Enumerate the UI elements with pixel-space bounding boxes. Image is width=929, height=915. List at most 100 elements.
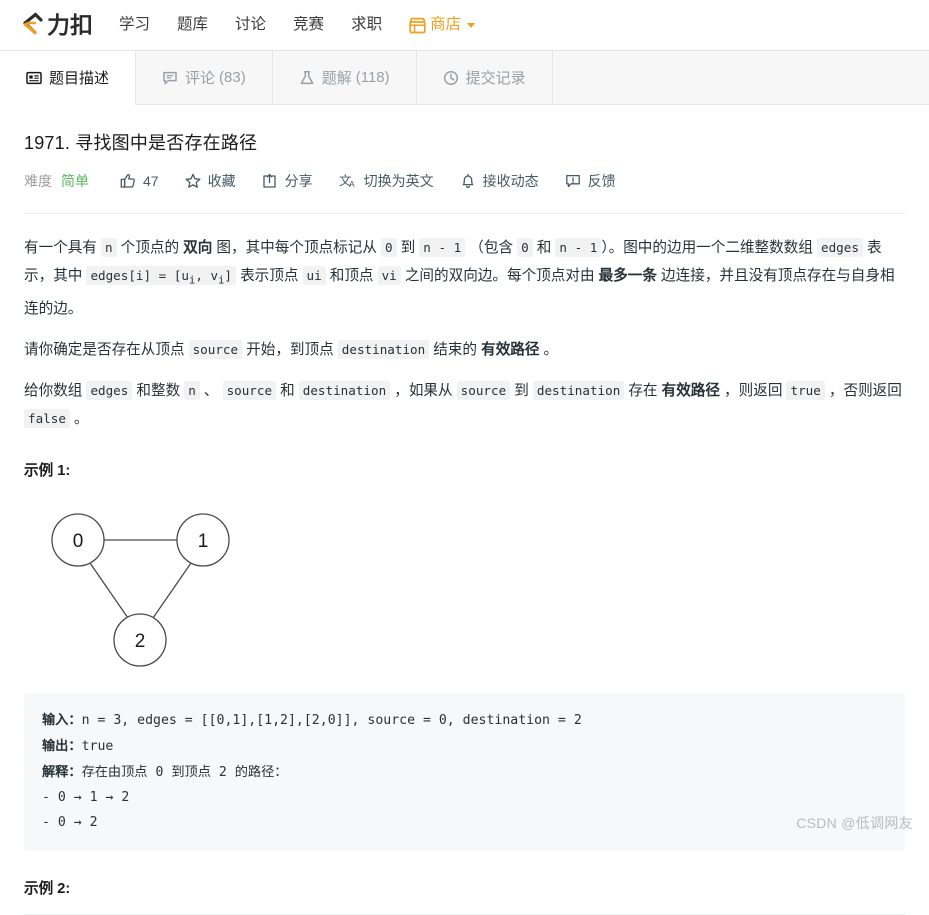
like-button[interactable]: 47: [120, 173, 159, 189]
graph-nodes: 0 1 2: [51, 512, 230, 667]
nav-item-jobs[interactable]: 求职: [351, 17, 382, 33]
text: 开始，到顶点: [242, 341, 338, 358]
text: ，否则返回: [824, 382, 902, 399]
nav-item-study[interactable]: 学习: [119, 17, 150, 33]
example-1-graph-figure: 0 1 2: [28, 494, 907, 679]
text: 、: [199, 382, 223, 399]
tab-comments-label: 评论: [185, 70, 216, 87]
tab-bar: 题目描述 评论 (83) 题解 (118) 提交记录: [0, 51, 929, 105]
page-title: 1971. 寻找图中是否存在路径: [24, 133, 258, 153]
tab-submissions[interactable]: 提交记录: [417, 51, 553, 104]
text: ，则返回: [719, 382, 787, 399]
inline-code-true: true: [786, 380, 825, 400]
graph-node-0-label: 0: [73, 531, 84, 552]
example-2-heading: 示例 2:: [24, 880, 71, 897]
star-icon: [185, 173, 201, 189]
example-1-heading: 示例 1:: [24, 462, 71, 479]
inline-code-n: n: [101, 238, 117, 257]
input-value: n = 3, edges = [[0,1],[1,2],[2,0]], sour…: [81, 712, 582, 728]
problem-content: 1971. 寻找图中是否存在路径 难度 简单 47 收藏 分享 文 A 切换为英…: [0, 129, 929, 915]
difficulty-label: 难度: [24, 173, 52, 189]
description-paragraph-2: 请你确定是否存在从顶点 source 开始，到顶点 destination 结束…: [24, 336, 905, 364]
inline-code-edges-2: edges: [86, 380, 133, 400]
text: ，如果从: [390, 382, 457, 399]
inline-code-destination: destination: [337, 339, 430, 359]
graph-edges: [89, 538, 192, 618]
tab-description[interactable]: 题目描述: [0, 51, 137, 105]
tab-comments[interactable]: 评论 (83): [136, 51, 273, 104]
switch-language-button[interactable]: 文 A 切换为英文: [339, 171, 434, 191]
tab-comments-count: (83): [219, 69, 246, 86]
text: edges[i] = [u: [90, 268, 190, 283]
text: 存在: [624, 382, 662, 399]
inline-code-vi: vi: [377, 266, 401, 285]
inline-code-source-3: source: [456, 380, 511, 400]
text: 结束的: [429, 341, 482, 358]
inline-code-edges-i: edges[i] = [ui, vi]: [86, 266, 237, 287]
share-icon: [262, 173, 278, 189]
graph-node-2-label: 2: [135, 631, 146, 652]
tab-solutions[interactable]: 题解 (118): [273, 51, 417, 104]
text: , v: [195, 268, 219, 283]
output-value: true: [81, 738, 114, 754]
text: 和: [532, 240, 556, 256]
feedback-icon: [565, 173, 581, 189]
graph-edge-0-2: [89, 562, 129, 618]
title-divider: [24, 213, 905, 214]
text: 给你数组: [24, 382, 87, 399]
text: ）。图中的边用一个二维整数数组: [601, 240, 817, 256]
explanation-path-2: - 0 → 2: [42, 814, 98, 830]
feedback-label: 反馈: [587, 173, 616, 189]
bold-bidirectional: 双向: [183, 240, 213, 256]
text: 有一个具有: [24, 240, 102, 256]
output-label: 输出：: [42, 737, 82, 753]
nav-item-discuss[interactable]: 讨论: [235, 17, 266, 33]
inline-code-ui: ui: [302, 266, 326, 285]
graph-edge-1-2: [152, 562, 192, 618]
text: （包含: [465, 240, 518, 256]
nav-item-shop-label: 商店: [430, 16, 462, 34]
bold-at-most-one: 最多一条: [598, 268, 657, 284]
action-row: 难度 简单 47 收藏 分享 文 A 切换为英文 接收动态 反馈: [24, 171, 907, 191]
logo-text: 力扣: [47, 11, 93, 38]
feedback-button[interactable]: 反馈: [565, 171, 616, 191]
description-paragraph-1: 有一个具有 n 个顶点的 双向 图，其中每个顶点标记从 0 到 n - 1 （包…: [24, 234, 905, 323]
like-count: 47: [143, 173, 159, 189]
favorite-button[interactable]: 收藏: [185, 171, 236, 191]
subscribe-label: 接收动态: [482, 173, 539, 189]
graph-node-1-label: 1: [198, 531, 209, 552]
chevron-down-icon: [467, 22, 476, 28]
nav-item-problems[interactable]: 题库: [177, 17, 208, 33]
subscribe-button[interactable]: 接收动态: [460, 171, 539, 191]
description-paragraph-3: 给你数组 edges 和整数 n 、 source 和 destination …: [24, 377, 905, 433]
inline-code-edges: edges: [817, 238, 863, 257]
nav-item-shop[interactable]: 商店: [409, 16, 476, 34]
text: 和顶点: [325, 268, 378, 284]
text: 请你确定是否存在从顶点: [24, 341, 189, 358]
watermark: CSDN @低调网友: [796, 815, 913, 831]
explanation-label: 解释：: [42, 763, 82, 779]
inline-code-source-2: source: [222, 380, 277, 400]
tab-description-label: 题目描述: [49, 70, 110, 87]
tab-solutions-count: (118): [355, 69, 390, 86]
description-icon: [26, 70, 42, 86]
inline-code-false: false: [24, 408, 70, 428]
text: 图，其中每个顶点标记从: [212, 240, 381, 256]
inline-code-n-2: n: [184, 380, 200, 400]
text: 。: [69, 410, 89, 427]
favorite-label: 收藏: [207, 173, 236, 189]
text: 到: [510, 382, 533, 399]
inline-code-source: source: [188, 339, 243, 359]
input-label: 输入：: [42, 711, 82, 727]
text: ]: [224, 268, 233, 283]
explanation-path-1: - 0 → 1 → 2: [42, 789, 130, 805]
bell-icon: [460, 173, 476, 189]
share-button[interactable]: 分享: [262, 171, 313, 191]
comment-icon: [162, 70, 178, 86]
nav-item-contest[interactable]: 竞赛: [293, 17, 324, 33]
translate-icon: 文 A: [339, 173, 357, 189]
inline-code-zero-2: 0: [517, 238, 533, 257]
logo[interactable]: 力扣: [18, 11, 93, 39]
inline-code-zero: 0: [380, 238, 397, 257]
thumbs-up-icon: [120, 173, 136, 189]
